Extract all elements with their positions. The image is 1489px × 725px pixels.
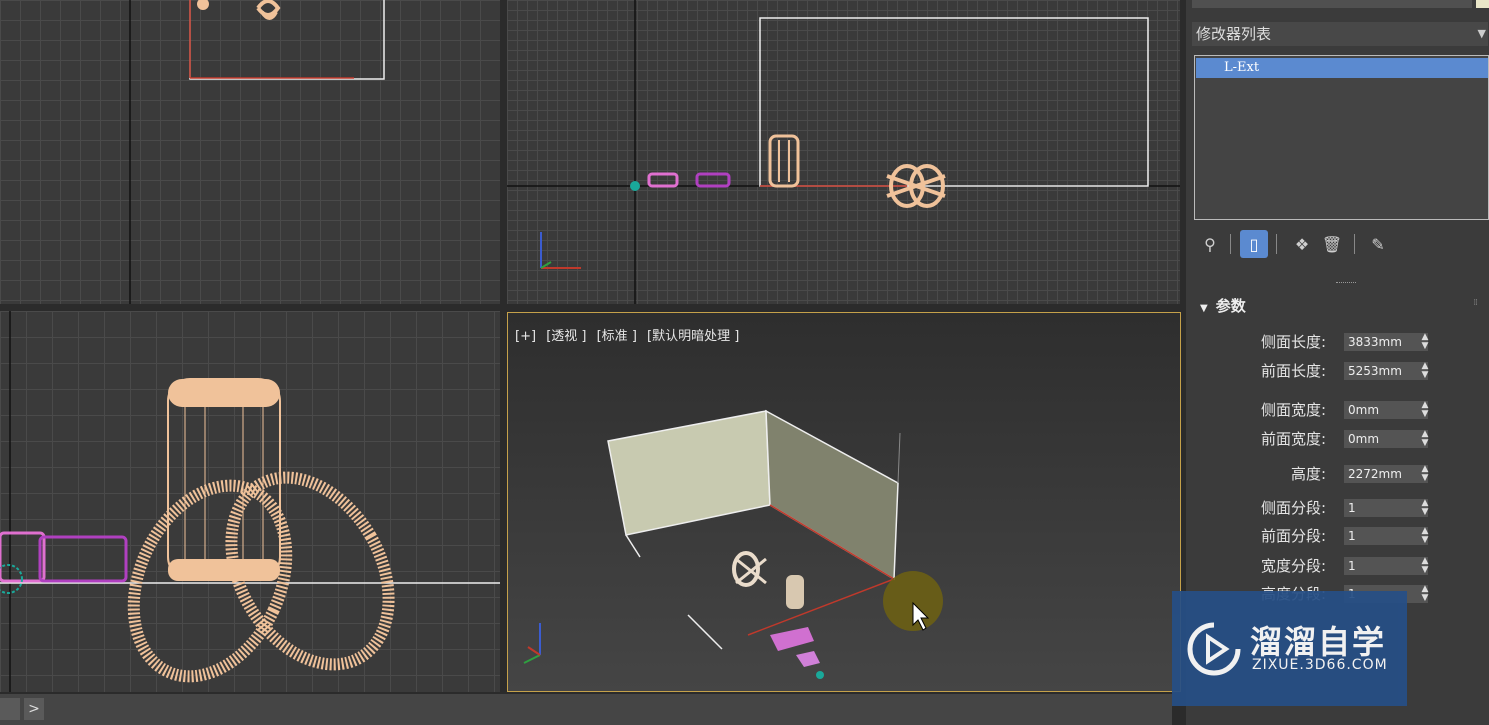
param-input[interactable]: 5253mm (1344, 362, 1428, 380)
panel-divider[interactable] (1336, 282, 1356, 286)
toolbar-separator (1354, 234, 1355, 254)
param-input[interactable]: 0mm (1344, 430, 1428, 448)
modifier-list-label: 修改器列表 (1196, 25, 1272, 43)
make-unique-icon[interactable]: ❖ (1288, 230, 1316, 258)
watermark-subtitle: ZIXUE.3D66.COM (1252, 657, 1388, 673)
viewport-top-left-scene (129, 0, 385, 304)
param-label: 前面分段: (1260, 527, 1326, 545)
param-label: 前面长度: (1260, 362, 1326, 380)
panel-top-strip (1192, 0, 1472, 8)
viewport-top-right-scene (507, 0, 1180, 304)
viewport-bottom-left-scene (0, 311, 500, 692)
viewport-perspective-scene (523, 409, 943, 679)
param-label: 侧面长度: (1260, 333, 1326, 351)
spinner-icon[interactable]: ▲ ▼ (1420, 585, 1430, 603)
timeline-next-button[interactable]: > (24, 698, 44, 720)
param-input[interactable]: 1 (1344, 557, 1428, 575)
toolbar-separator (1230, 234, 1231, 254)
viewport-bottom-left[interactable] (0, 311, 500, 692)
param-side-length: 侧面长度: 3833mm ▲ ▼ (1186, 332, 1436, 352)
param-input[interactable]: 0mm (1344, 401, 1428, 419)
play-logo-icon (1187, 622, 1241, 676)
modifier-list-dropdown[interactable]: 修改器列表 ▼ (1192, 22, 1488, 46)
viewport-perspective[interactable]: [+] [透视 ] [标准 ] [默认明暗处理 ] (507, 312, 1181, 692)
param-front-segments: 前面分段: 1 ▲ ▼ (1186, 526, 1436, 546)
param-input[interactable]: 2272mm (1344, 465, 1428, 483)
param-front-width: 前面宽度: 0mm ▲ ▼ (1186, 429, 1436, 449)
color-swatch[interactable] (1476, 0, 1489, 8)
watermark-logo: 溜溜自学 ZIXUE.3D66.COM (1172, 591, 1407, 706)
viewport-top-right[interactable] (507, 0, 1180, 304)
spinner-icon[interactable]: ▲ ▼ (1420, 465, 1430, 483)
pin-stack-icon[interactable]: ⚲ (1196, 230, 1224, 258)
param-input[interactable]: 1 (1344, 499, 1428, 517)
spinner-icon[interactable]: ▲ ▼ (1420, 333, 1430, 351)
chevron-down-icon: ▼ (1477, 27, 1486, 40)
param-label: 高度: (1290, 465, 1326, 483)
spinner-icon[interactable]: ▲ ▼ (1420, 401, 1430, 419)
collapse-triangle-icon: ▼ (1200, 303, 1208, 314)
param-label: 侧面分段: (1260, 499, 1326, 517)
modifier-stack[interactable]: L-Ext (1194, 55, 1489, 220)
stack-toolbar: ⚲ ▯ ❖ 🗑 ✎ (1196, 230, 1396, 260)
spinner-icon[interactable]: ▲ ▼ (1420, 557, 1430, 575)
timeline-bar: > (0, 694, 1172, 725)
param-input[interactable]: 1 (1344, 527, 1428, 545)
toolbar-separator (1276, 234, 1277, 254)
rollout-parameters-header[interactable]: ▼ 参数 (1200, 295, 1246, 316)
configure-modifier-sets-icon[interactable]: ✎ (1364, 230, 1392, 258)
rollout-title: 参数 (1215, 297, 1246, 315)
param-width-segments: 宽度分段: 1 ▲ ▼ (1186, 556, 1436, 576)
spinner-icon[interactable]: ▲ ▼ (1420, 430, 1430, 448)
param-label: 前面宽度: (1260, 430, 1326, 448)
show-end-result-icon[interactable]: ▯ (1240, 230, 1268, 258)
param-side-segments: 侧面分段: 1 ▲ ▼ (1186, 498, 1436, 518)
param-front-length: 前面长度: 5253mm ▲ ▼ (1186, 361, 1436, 381)
param-height: 高度: 2272mm ▲ ▼ (1186, 464, 1436, 484)
rollout-grip-icon[interactable]: ⁞⁞ (1473, 298, 1478, 308)
timeline-prev-button[interactable] (0, 698, 20, 720)
param-label: 宽度分段: (1260, 557, 1326, 575)
spinner-icon[interactable]: ▲ ▼ (1420, 362, 1430, 380)
spinner-icon[interactable]: ▲ ▼ (1420, 527, 1430, 545)
param-input[interactable]: 3833mm (1344, 333, 1428, 351)
stack-item-l-ext[interactable]: L-Ext (1196, 58, 1488, 78)
param-label: 侧面宽度: (1260, 401, 1326, 419)
viewport-top-left[interactable] (0, 0, 500, 304)
remove-modifier-icon[interactable]: 🗑 (1318, 230, 1346, 258)
spinner-icon[interactable]: ▲ ▼ (1420, 499, 1430, 517)
param-side-width: 侧面宽度: 0mm ▲ ▼ (1186, 400, 1436, 420)
